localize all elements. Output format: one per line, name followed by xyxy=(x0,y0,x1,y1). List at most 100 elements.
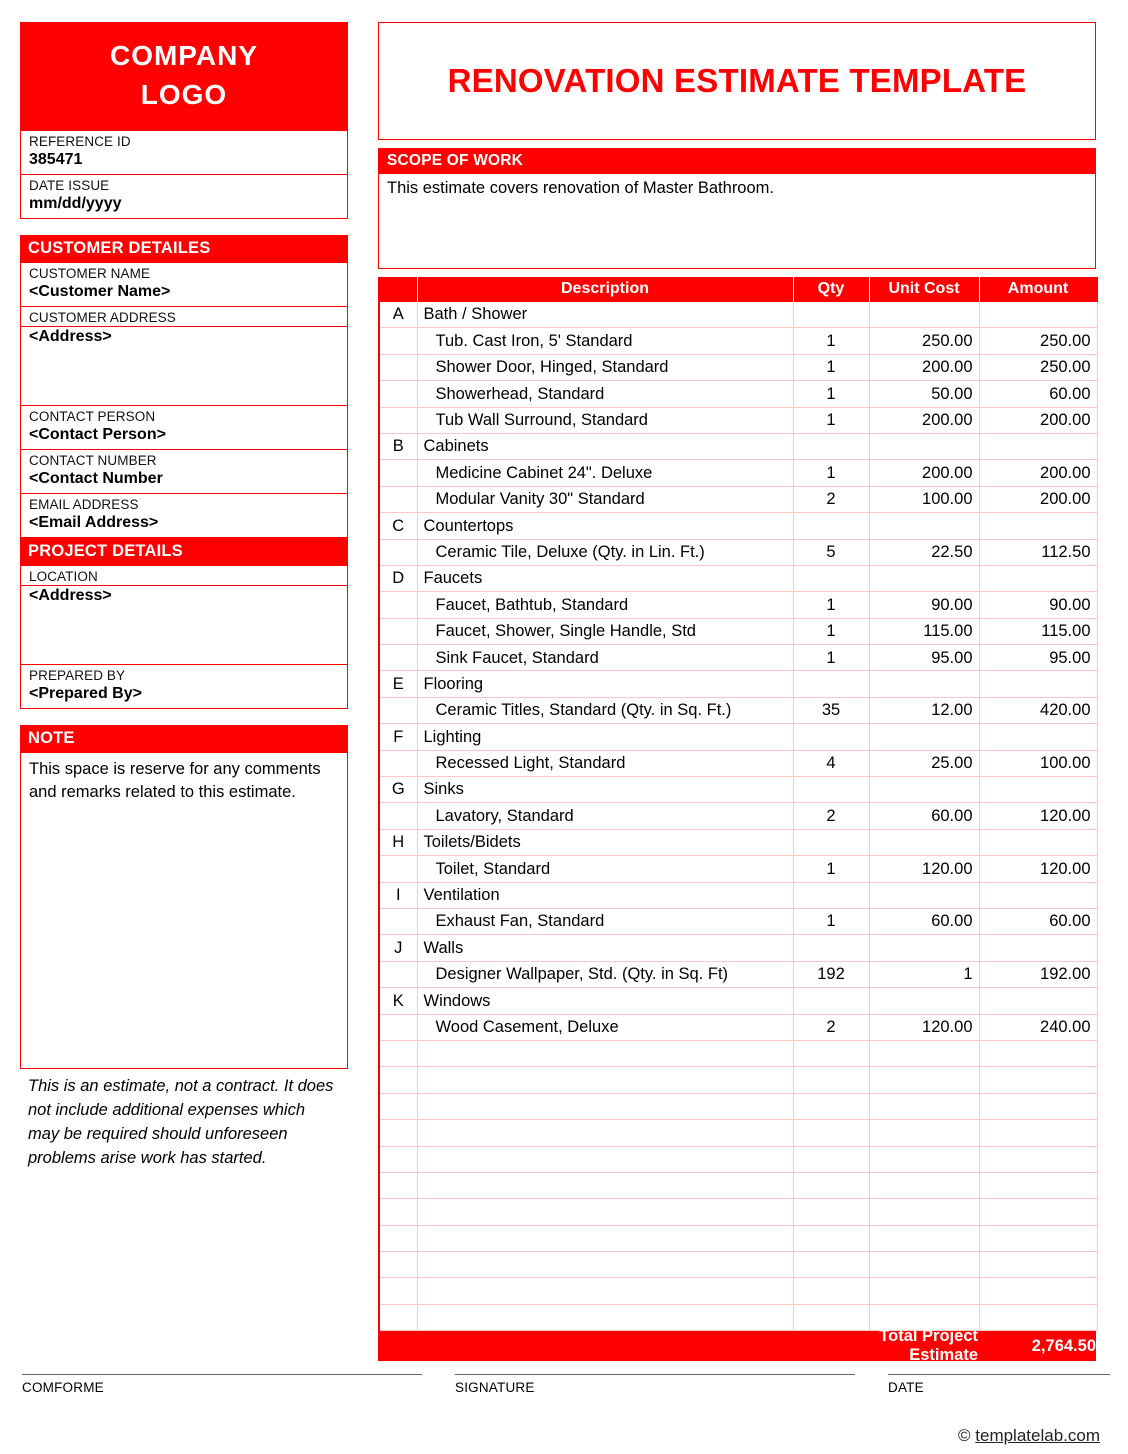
project-details-header: PROJECT DETAILS xyxy=(20,538,348,566)
table-row[interactable] xyxy=(379,1093,1098,1121)
table-row[interactable]: Designer Wallpaper, Std. (Qty. in Sq. Ft… xyxy=(379,961,1098,989)
table-row[interactable]: K Windows xyxy=(379,987,1098,1015)
location-value: <Address> xyxy=(29,587,112,604)
table-row[interactable]: F Lighting xyxy=(379,723,1098,751)
table-row[interactable]: Ceramic Tile, Deluxe (Qty. in Lin. Ft.) 5… xyxy=(379,539,1098,566)
cell-description xyxy=(417,1225,794,1253)
column-header-letter xyxy=(379,277,418,302)
cell-unit-cost xyxy=(869,1119,980,1147)
cell-description: Showerhead, Standard xyxy=(417,380,794,408)
comforme-label: COMFORME xyxy=(22,1380,104,1395)
comforme-signature-block[interactable]: COMFORME xyxy=(22,1374,422,1395)
table-row[interactable]: Lavatory, Standard 2 60.00 120.00 xyxy=(379,802,1098,830)
table-row[interactable]: Ceramic Titles, Standard (Qty. in Sq. Ft… xyxy=(379,697,1098,725)
cell-letter: B xyxy=(379,433,418,461)
table-row[interactable]: B Cabinets xyxy=(379,433,1098,461)
cell-qty xyxy=(793,670,870,698)
table-row[interactable]: Faucet, Bathtub, Standard 1 90.00 90.00 xyxy=(379,591,1098,619)
contact-number-field[interactable]: CONTACT NUMBER <Contact Number xyxy=(20,450,348,494)
customer-name-label: CUSTOMER NAME xyxy=(29,266,151,281)
table-row[interactable] xyxy=(379,1066,1098,1094)
table-row[interactable]: Shower Door, Hinged, Standard 1 200.00 250.… xyxy=(379,354,1098,382)
credit-link[interactable]: templatelab.com xyxy=(975,1426,1100,1445)
cell-amount: 60.00 xyxy=(979,380,1098,408)
table-row[interactable] xyxy=(379,1119,1098,1147)
table-row[interactable]: C Countertops xyxy=(379,512,1098,540)
location-field[interactable]: <Address> xyxy=(20,586,348,665)
table-row[interactable] xyxy=(379,1304,1098,1332)
contact-number-label: CONTACT NUMBER xyxy=(29,453,157,468)
table-row[interactable] xyxy=(379,1146,1098,1173)
cell-letter xyxy=(379,486,418,514)
table-row[interactable] xyxy=(379,1225,1098,1253)
table-row[interactable]: Faucet, Shower, Single Handle, Std 1 115.0… xyxy=(379,618,1098,646)
cell-amount xyxy=(979,1040,1098,1068)
cell-qty: 1 xyxy=(793,327,870,355)
cell-category-description: Sinks xyxy=(417,776,794,804)
cell-letter xyxy=(379,407,418,434)
email-address-field[interactable]: EMAIL ADDRESS <Email Address> xyxy=(20,494,348,538)
cell-letter xyxy=(379,802,418,830)
contact-person-field[interactable]: CONTACT PERSON <Contact Person> xyxy=(20,406,348,450)
table-row[interactable]: D Faucets xyxy=(379,565,1098,593)
table-row[interactable]: Showerhead, Standard 1 50.00 60.00 xyxy=(379,380,1098,408)
cell-unit-cost xyxy=(869,302,980,329)
note-body[interactable]: This space is reserve for any comments a… xyxy=(20,753,348,1069)
table-row[interactable] xyxy=(379,1251,1098,1279)
prepared-by-field[interactable]: PREPARED BY <Prepared By> xyxy=(20,665,348,709)
table-row[interactable] xyxy=(379,1040,1098,1068)
cell-unit-cost xyxy=(869,512,980,540)
table-header-row: Description Qty Unit Cost Amount xyxy=(379,277,1097,302)
cell-letter xyxy=(379,618,418,646)
scope-of-work-body[interactable]: This estimate covers renovation of Maste… xyxy=(379,174,1095,268)
table-row[interactable] xyxy=(379,1198,1098,1226)
table-row[interactable]: E Flooring xyxy=(379,670,1098,698)
table-row[interactable] xyxy=(379,1277,1098,1305)
main-column: RENOVATION ESTIMATE TEMPLATE SCOPE OF WO… xyxy=(378,22,1098,1364)
cell-description xyxy=(417,1093,794,1121)
cell-amount xyxy=(979,1172,1098,1200)
customer-name-field[interactable]: CUSTOMER NAME <Customer Name> xyxy=(20,263,348,307)
cell-description xyxy=(417,1172,794,1200)
table-row[interactable]: I Ventilation xyxy=(379,882,1098,909)
table-row[interactable]: Tub. Cast Iron, 5' Standard 1 250.00 250.00 xyxy=(379,327,1098,355)
cell-description: Shower Door, Hinged, Standard xyxy=(417,354,794,382)
table-row[interactable]: A Bath / Shower xyxy=(379,302,1098,329)
cell-category-description: Lighting xyxy=(417,723,794,751)
table-row[interactable]: Toilet, Standard 1 120.00 120.00 xyxy=(379,855,1098,883)
cell-unit-cost xyxy=(869,1277,980,1305)
cell-letter xyxy=(379,1172,418,1200)
table-row[interactable]: Sink Faucet, Standard 1 95.00 95.00 xyxy=(379,644,1098,672)
cell-amount xyxy=(979,302,1098,329)
cell-amount: 240.00 xyxy=(979,1014,1098,1041)
table-row[interactable]: G Sinks xyxy=(379,776,1098,804)
table-row[interactable]: Recessed Light, Standard 4 25.00 100.00 xyxy=(379,750,1098,778)
cell-qty xyxy=(793,934,870,962)
table-row[interactable] xyxy=(379,1172,1098,1200)
table-row[interactable]: J Walls xyxy=(379,934,1098,962)
table-row[interactable]: Tub Wall Surround, Standard 1 200.00 200.00 xyxy=(379,407,1098,434)
renovation-estimate-page: COMPANY LOGO REFERENCE ID 385471 DATE IS… xyxy=(0,0,1128,1454)
table-row[interactable]: H Toilets/Bidets xyxy=(379,829,1098,857)
column-header-unit-cost: Unit Cost xyxy=(869,277,980,302)
table-row[interactable]: Exhaust Fan, Standard 1 60.00 60.00 xyxy=(379,908,1098,936)
cell-description: Recessed Light, Standard xyxy=(417,750,794,778)
table-row[interactable]: Modular Vanity 30" Standard 2 100.00 200.00 xyxy=(379,486,1098,514)
date-issue-field[interactable]: DATE ISSUE mm/dd/yyyy xyxy=(20,175,348,219)
cell-description xyxy=(417,1277,794,1305)
reference-id-field[interactable]: REFERENCE ID 385471 xyxy=(20,130,348,175)
cell-unit-cost: 90.00 xyxy=(869,591,980,619)
customer-address-field[interactable]: <Address> xyxy=(20,327,348,406)
cell-amount xyxy=(979,1225,1098,1253)
left-column: COMPANY LOGO REFERENCE ID 385471 DATE IS… xyxy=(20,22,348,1171)
date-issue-label: DATE ISSUE xyxy=(29,178,110,193)
table-row[interactable]: Medicine Cabinet 24". Deluxe 1 200.00 200.0… xyxy=(379,459,1098,487)
cell-unit-cost xyxy=(869,433,980,461)
footer: COMFORME SIGNATURE DATE © templatelab.co… xyxy=(0,1374,1128,1454)
cell-description xyxy=(417,1119,794,1147)
table-row[interactable]: Wood Casement, Deluxe 2 120.00 240.00 xyxy=(379,1014,1098,1041)
cell-amount xyxy=(979,1251,1098,1279)
signature-block[interactable]: SIGNATURE xyxy=(455,1374,855,1395)
date-block[interactable]: DATE xyxy=(888,1374,1110,1395)
